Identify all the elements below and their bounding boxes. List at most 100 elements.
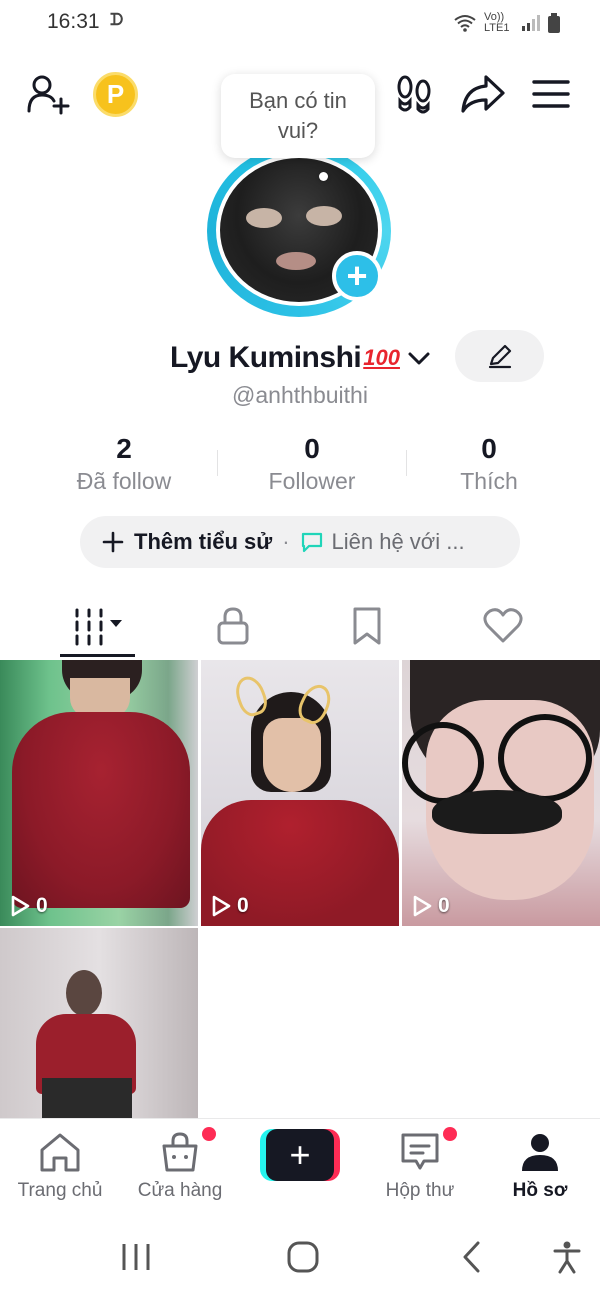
status-time: 16:31 <box>47 10 100 33</box>
thumbnail-detail <box>498 714 592 802</box>
heart-icon <box>483 608 523 643</box>
bookmark-icon <box>353 607 381 645</box>
create-plus-icon: + <box>266 1129 334 1181</box>
shop-notification-dot <box>202 1127 216 1141</box>
add-friend-button[interactable] <box>24 70 72 118</box>
status-bar: 16:31 ᗪ Vo)) LTE1 <box>0 0 600 46</box>
signal-icon <box>522 15 540 31</box>
stat-value: 0 <box>481 433 497 464</box>
stat-value: 2 <box>116 433 132 464</box>
play-icon <box>11 895 30 917</box>
note-bubble-line2: vui? <box>277 118 319 143</box>
bio-actions: Thêm tiểu sử · Liên hệ với ... <box>80 516 520 568</box>
view-count-label: 0 <box>36 894 48 917</box>
footprints-button[interactable] <box>390 70 438 118</box>
hundred-emoji-icon: 100 <box>363 345 400 370</box>
add-story-button[interactable]: + <box>332 251 382 301</box>
status-notification-icon: ᗪ <box>110 12 124 29</box>
tab-active-indicator <box>60 654 135 657</box>
tab-liked[interactable] <box>428 596 578 656</box>
inbox-notification-dot <box>443 1127 457 1141</box>
stat-followers[interactable]: 0 Follower <box>217 432 407 496</box>
profile-icon <box>522 1134 558 1171</box>
share-button[interactable] <box>458 70 508 118</box>
network-label: Vo)) LTE1 <box>484 11 510 34</box>
tab-private[interactable] <box>158 596 308 656</box>
shopping-bag-icon <box>162 1132 198 1172</box>
bio-separator: · <box>282 529 290 554</box>
stat-label: Đã follow <box>76 468 172 494</box>
thumbnail-detail <box>432 790 562 834</box>
video-thumbnail[interactable] <box>0 928 198 1118</box>
profile-name-row[interactable]: Lyu Kuminshi 100 <box>170 336 432 380</box>
avatar-detail <box>306 206 342 226</box>
status-right-icons: Vo)) LTE1 <box>454 12 560 34</box>
profile-tabs <box>0 596 600 660</box>
stat-value: 0 <box>304 433 320 464</box>
nav-shop[interactable]: Cửa hàng <box>120 1131 240 1202</box>
plus-icon <box>102 531 124 553</box>
lock-icon <box>217 607 249 645</box>
home-icon <box>40 1133 80 1172</box>
wifi-icon <box>454 15 476 32</box>
video-thumbnail[interactable]: 0 <box>201 660 399 926</box>
pencil-icon <box>488 344 511 369</box>
back-icon[interactable] <box>460 1240 484 1274</box>
add-bio-button[interactable]: Thêm tiểu sử <box>102 529 272 555</box>
chevron-down-icon <box>408 352 430 365</box>
stat-label: Follower <box>268 468 356 494</box>
stat-following[interactable]: 2 Đã follow <box>29 432 219 496</box>
note-bubble-line1: Bạn có tin <box>249 88 347 113</box>
contact-button[interactable]: Liên hệ với ... <box>300 529 465 555</box>
nav-label: Hồ sơ <box>512 1180 568 1201</box>
note-bubble-tail <box>319 172 328 181</box>
play-icon <box>212 895 231 917</box>
create-button[interactable]: + <box>260 1129 340 1181</box>
stat-label: Thích <box>460 468 518 494</box>
footprints-icon <box>397 75 431 114</box>
thumbnail-detail <box>66 970 102 1016</box>
profile-name: Lyu Kuminshi <box>170 341 362 374</box>
add-bio-label: Thêm tiểu sử <box>134 529 273 554</box>
view-count: 0 <box>211 894 249 918</box>
accessibility-icon[interactable] <box>552 1240 582 1274</box>
tab-videos[interactable] <box>22 596 172 656</box>
nav-label: Cửa hàng <box>137 1180 223 1201</box>
inbox-icon <box>401 1133 439 1170</box>
nav-home[interactable]: Trang chủ <box>0 1131 120 1202</box>
bottom-nav: Trang chủ Cửa hàng + Hộp thư Hồ sơ <box>0 1118 600 1214</box>
home-button-icon[interactable] <box>286 1240 320 1274</box>
system-nav <box>0 1214 600 1300</box>
nav-label: Hộp thư <box>385 1180 455 1201</box>
nav-inbox[interactable]: Hộp thư <box>360 1131 480 1202</box>
view-count: 0 <box>412 894 450 918</box>
grid-bars-icon <box>75 608 122 646</box>
recent-apps-icon[interactable] <box>120 1242 152 1272</box>
profile-stats: 2 Đã follow 0 Follower 0 Thích <box>0 432 600 498</box>
view-count-label: 0 <box>237 894 249 917</box>
person-plus-icon <box>27 75 70 115</box>
nav-label: Trang chủ <box>17 1180 103 1201</box>
menu-button[interactable] <box>528 70 574 118</box>
avatar-detail <box>246 208 282 228</box>
nav-profile[interactable]: Hồ sơ <box>480 1131 600 1202</box>
hamburger-menu-icon <box>532 80 570 108</box>
play-icon <box>413 895 432 917</box>
view-count: 0 <box>10 894 48 918</box>
stat-likes[interactable]: 0 Thích <box>394 432 584 496</box>
avatar-detail <box>276 252 316 270</box>
edit-profile-button[interactable] <box>455 330 544 382</box>
thumbnail-detail <box>263 718 321 792</box>
coin-label: P <box>106 79 125 109</box>
share-arrow-icon <box>461 75 505 113</box>
thumbnail-detail <box>12 712 190 908</box>
view-count-label: 0 <box>438 894 450 917</box>
video-thumbnail[interactable]: 0 <box>402 660 600 926</box>
tab-saved[interactable] <box>292 596 442 656</box>
chat-bubble-icon <box>301 532 322 553</box>
profile-handle: @anhthbuithi <box>232 382 368 408</box>
video-thumbnail[interactable]: 0 <box>0 660 198 926</box>
coin-button[interactable]: P <box>93 72 138 117</box>
note-bubble[interactable]: Bạn có tin vui? <box>221 74 375 158</box>
battery-icon <box>548 13 560 33</box>
